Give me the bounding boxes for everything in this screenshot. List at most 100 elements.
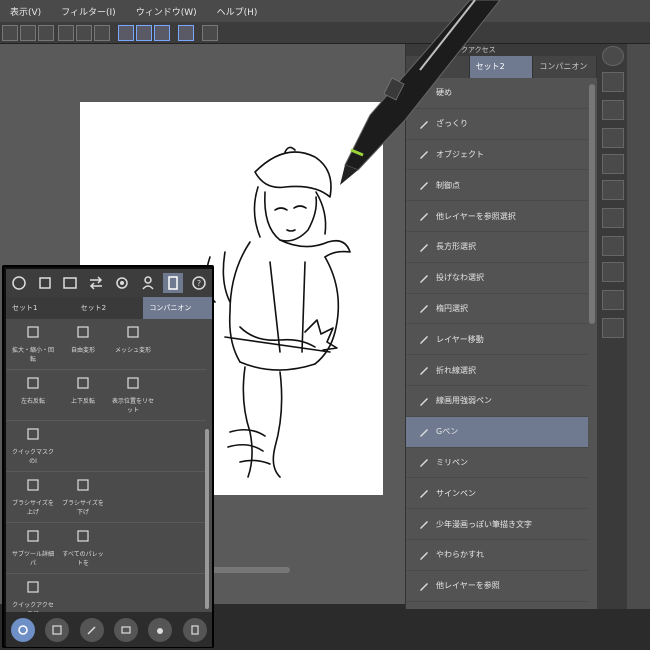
palette-scrollbar[interactable]	[589, 84, 595, 324]
object-select-icon	[416, 147, 432, 161]
companion-command-button[interactable]: 自由変形	[60, 323, 106, 369]
companion-tabs: セット1 セット2 コンパニオン	[6, 297, 213, 319]
companion-command-button[interactable]: 拡大・縮小・回転	[10, 323, 56, 369]
copy-icon[interactable]	[35, 273, 55, 293]
companion-command-button[interactable]: ブラシサイズを下げ	[60, 476, 106, 522]
tool-icon[interactable]	[94, 25, 110, 41]
quick-access-item[interactable]: 線画用強弱ペン	[406, 386, 588, 417]
tool-icon[interactable]	[58, 25, 74, 41]
user-icon[interactable]	[138, 273, 158, 293]
palette-icon[interactable]	[602, 72, 624, 92]
quick-access-item[interactable]: オブジェクト	[406, 140, 588, 171]
companion-tab-set2[interactable]: セット2	[75, 297, 144, 319]
companion-command-label: すべてのパレットを	[62, 551, 104, 567]
companion-bottom-bar	[6, 612, 212, 647]
quick-access-item[interactable]: やわらかすれ	[406, 540, 588, 571]
companion-command-button[interactable]: 表示位置をリセット	[110, 374, 156, 420]
command-icon	[26, 580, 40, 594]
companion-command-button[interactable]: ブラシサイズを上げ	[10, 476, 56, 522]
tool-icon[interactable]	[2, 25, 18, 41]
swirl-icon[interactable]	[9, 273, 29, 293]
menu-filter[interactable]: フィルター(I)	[51, 5, 126, 18]
quick-access-item-label: サインペン	[436, 488, 476, 498]
polyline-tool-icon[interactable]	[154, 25, 170, 41]
palette-icon[interactable]	[602, 180, 624, 200]
brush-icon	[416, 86, 432, 100]
quick-access-item[interactable]: ざっくり	[406, 109, 588, 140]
palette-icon[interactable]	[602, 128, 624, 148]
quick-access-item-label: Gペン	[436, 427, 459, 437]
quick-access-item[interactable]: 少年漫画っぽい筆描き文字	[406, 509, 588, 540]
guide-icon[interactable]	[178, 25, 194, 41]
menu-window[interactable]: ウィンドウ(W)	[126, 5, 207, 18]
companion-tab-companion[interactable]: コンパニオン	[143, 297, 213, 319]
layer-icon[interactable]	[45, 617, 70, 642]
image-icon[interactable]	[60, 273, 80, 293]
quick-access-item[interactable]: Gペン	[406, 416, 588, 448]
line-tool-icon[interactable]	[118, 25, 134, 41]
menu-view[interactable]: 表示(V)	[0, 5, 51, 18]
tablet-icon[interactable]	[163, 273, 184, 293]
edit-icon[interactable]	[79, 617, 104, 642]
quick-access-item[interactable]: 他レイヤーを参照	[406, 571, 588, 602]
quick-access-item[interactable]: ミリペン	[406, 448, 588, 479]
quick-access-item[interactable]: 折れ線選択	[406, 355, 588, 386]
palette-icon[interactable]	[602, 236, 624, 256]
palette-icon[interactable]	[602, 100, 624, 120]
companion-command-button[interactable]: 左右反転	[10, 374, 56, 420]
more-icon[interactable]	[182, 617, 207, 642]
companion-tab-set1[interactable]: セット1	[6, 297, 75, 319]
tab-companion[interactable]: コンパニオン	[533, 56, 598, 78]
palette-icon[interactable]	[602, 262, 624, 282]
quick-access-item-label: 線画用強弱ペン	[436, 396, 492, 406]
layer-palette-edge	[627, 44, 650, 609]
companion-command-button[interactable]: クイックマスクのI	[10, 425, 56, 471]
companion-scrollbar[interactable]	[205, 429, 209, 609]
palette-icon[interactable]	[602, 208, 624, 228]
quick-access-item[interactable]: サインペン	[406, 478, 588, 510]
quick-access-item-label: 長方形選択	[436, 242, 476, 252]
drops-icon[interactable]	[148, 617, 173, 642]
companion-command-button[interactable]: すべてのパレットを	[60, 527, 106, 573]
palette-icon[interactable]	[602, 318, 624, 338]
companion-command-button[interactable]: サブツール詳細パ	[10, 527, 56, 573]
quick-access-item-label: 硬め	[436, 88, 452, 98]
tool-icon[interactable]	[20, 25, 36, 41]
fill-icon	[416, 579, 432, 593]
quick-access-item[interactable]: 長方形選択	[406, 232, 588, 263]
tab-set1[interactable]	[406, 56, 470, 78]
companion-row: クイックマスクのI	[6, 421, 206, 472]
tab-set2[interactable]: セット2	[469, 56, 534, 78]
help-icon[interactable]: ?	[189, 273, 209, 293]
swap-icon[interactable]	[86, 273, 106, 293]
svg-text:?: ?	[197, 279, 201, 288]
companion-row: 左右反転 上下反転 表示位置をリセット	[6, 370, 206, 421]
gear-icon[interactable]	[112, 273, 132, 293]
quick-access-item-label: 折れ線選択	[436, 365, 476, 375]
control-point-icon	[416, 178, 432, 192]
palette-icon[interactable]	[602, 154, 624, 174]
quick-access-item[interactable]: 投げなわ選択	[406, 263, 588, 294]
navigator-icon[interactable]	[11, 617, 36, 642]
quick-access-tabs: セット2 コンパニオン	[406, 56, 598, 78]
menu-help[interactable]: ヘルプ(H)	[207, 5, 268, 18]
help-icon[interactable]	[202, 25, 218, 41]
brush-icon	[416, 117, 432, 131]
companion-panel: ? セット1 セット2 コンパニオン 拡大・縮小・回転 自由変形 メッシュ変形 左右反…	[6, 269, 213, 641]
companion-command-label: ブラシサイズを上げ	[12, 500, 54, 516]
quick-access-item[interactable]: レイヤー移動	[406, 324, 588, 356]
curve-tool-icon[interactable]	[136, 25, 152, 41]
quick-access-item[interactable]: 楕円選択	[406, 294, 588, 325]
quick-access-item[interactable]: 硬め	[406, 78, 588, 109]
companion-command-button[interactable]: メッシュ変形	[110, 323, 156, 369]
quick-access-item[interactable]: 制御点	[406, 170, 588, 202]
companion-command-button[interactable]: 上下反転	[60, 374, 106, 420]
navigator-icon[interactable]	[602, 46, 624, 66]
quick-access-item-label: レイヤー移動	[436, 334, 484, 344]
tool-icon[interactable]	[76, 25, 92, 41]
tablet-icon[interactable]	[114, 617, 139, 642]
pen-icon	[416, 455, 432, 469]
tool-icon[interactable]	[38, 25, 54, 41]
palette-icon[interactable]	[602, 290, 624, 310]
quick-access-item[interactable]: 他レイヤーを参照選択	[406, 201, 588, 232]
